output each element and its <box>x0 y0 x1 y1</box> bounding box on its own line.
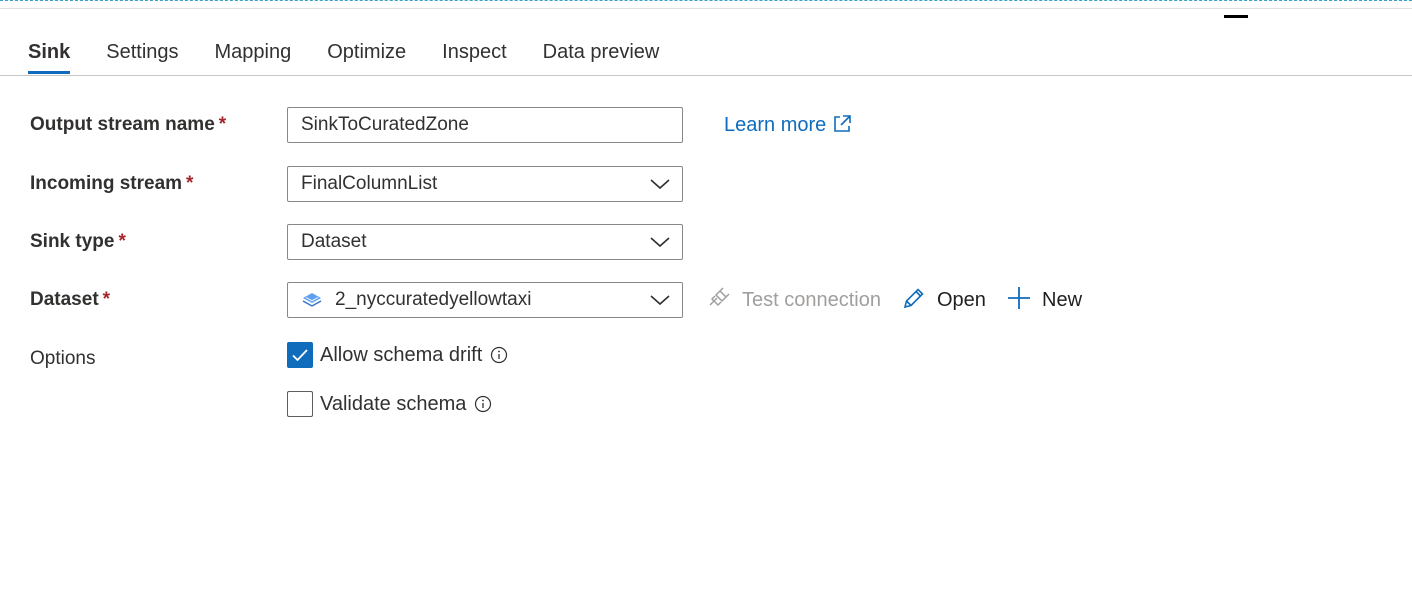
incoming-stream-label-text: Incoming stream <box>30 173 183 194</box>
sink-type-label-text: Sink type <box>30 231 115 252</box>
tab-mapping[interactable]: Mapping <box>215 32 292 72</box>
top-strip <box>0 0 1412 18</box>
learn-more-label: Learn more <box>724 114 827 136</box>
tab-data-preview[interactable]: Data preview <box>543 32 660 72</box>
tab-settings[interactable]: Settings <box>106 32 178 72</box>
dataset-label: Dataset * <box>30 282 110 318</box>
allow-schema-drift-option: Allow schema drift <box>287 341 508 369</box>
dataset-row: Dataset * 2_nyccuratedyellowtaxi Test con… <box>30 282 1330 318</box>
chevron-down-icon <box>650 179 670 190</box>
incoming-stream-row: Incoming stream * FinalColumnList <box>30 166 1330 202</box>
new-label: New <box>1042 289 1083 311</box>
info-icon[interactable] <box>490 346 508 364</box>
incoming-stream-label: Incoming stream * <box>30 166 193 202</box>
dataset-icon <box>302 293 322 307</box>
external-link-icon <box>834 115 852 132</box>
required-mark: * <box>218 114 227 135</box>
options-label: Options <box>30 348 96 369</box>
required-mark: * <box>118 231 126 252</box>
pencil-icon <box>903 288 924 309</box>
learn-more-link[interactable]: Learn more <box>724 107 852 143</box>
info-icon[interactable] <box>474 395 492 413</box>
sink-type-row: Sink type * Dataset <box>30 224 1330 260</box>
incoming-stream-dropdown[interactable]: FinalColumnList <box>287 166 683 202</box>
dataset-dropdown[interactable]: 2_nyccuratedyellowtaxi <box>287 282 683 318</box>
options-row: Options <box>30 341 1330 377</box>
checkmark-icon <box>292 349 308 362</box>
output-stream-name-row: Output stream name * SinkToCuratedZone Le… <box>30 107 1330 143</box>
allow-schema-drift-checkbox[interactable] <box>287 342 313 368</box>
validate-schema-option: Validate schema <box>287 390 492 418</box>
allow-schema-drift-label: Allow schema drift <box>320 343 483 366</box>
dataset-label-text: Dataset <box>30 289 99 310</box>
test-connection-label: Test connection <box>742 289 881 311</box>
validate-schema-label: Validate schema <box>320 392 467 415</box>
dataset-value: 2_nyccuratedyellowtaxi <box>335 289 532 310</box>
open-button[interactable]: Open <box>901 282 986 318</box>
test-connection-button[interactable]: Test connection <box>706 282 881 318</box>
tab-bar: Sink Settings Mapping Optimize Inspect D… <box>28 32 695 75</box>
sink-type-label: Sink type * <box>30 224 126 260</box>
tab-inspect[interactable]: Inspect <box>442 32 506 72</box>
incoming-stream-value: FinalColumnList <box>301 173 438 194</box>
tab-divider <box>0 75 1412 76</box>
sink-type-dropdown[interactable]: Dataset <box>287 224 683 260</box>
plus-icon <box>1008 287 1030 309</box>
tab-sink[interactable]: Sink <box>28 32 71 74</box>
required-mark: * <box>102 289 111 310</box>
open-label: Open <box>937 289 986 311</box>
sink-type-value: Dataset <box>301 231 367 252</box>
validate-schema-checkbox[interactable] <box>287 391 313 417</box>
output-stream-name-label-text: Output stream name <box>30 114 215 135</box>
plug-icon <box>709 287 730 307</box>
output-stream-name-label: Output stream name * <box>30 107 226 143</box>
required-mark: * <box>186 173 194 194</box>
chevron-down-icon <box>650 295 670 306</box>
chevron-down-icon <box>650 237 670 248</box>
new-button[interactable]: New <box>1006 282 1082 318</box>
top-divider <box>0 8 1412 9</box>
tab-optimize[interactable]: Optimize <box>327 32 406 72</box>
resize-handle[interactable] <box>1224 15 1248 18</box>
output-stream-name-input[interactable]: SinkToCuratedZone <box>287 107 683 143</box>
